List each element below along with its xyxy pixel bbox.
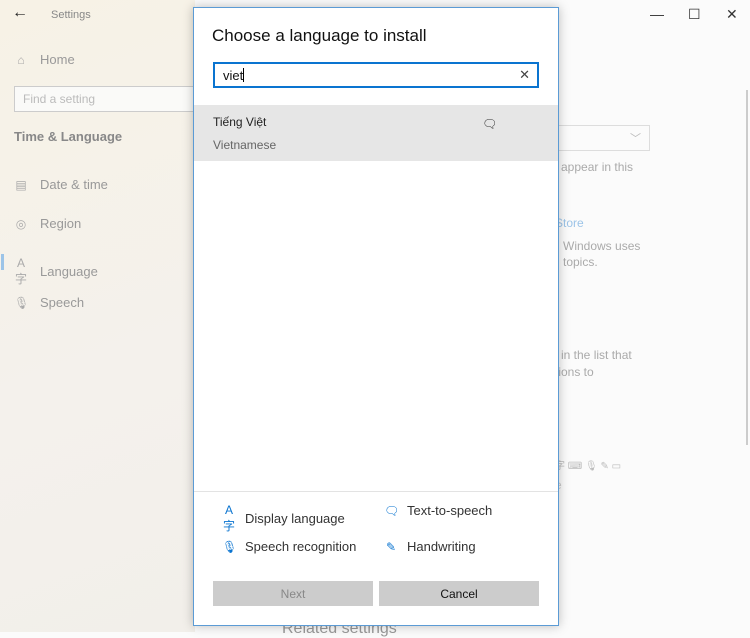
bg-text: in the list that: [561, 348, 632, 362]
nav-label: Date & time: [40, 177, 108, 192]
bg-link[interactable]: Store: [555, 216, 584, 230]
section-title: Time & Language: [14, 129, 123, 144]
microphone-icon: 🎙: [222, 539, 238, 554]
choose-language-dialog: Choose a language to install viet ✕ Tiếng…: [193, 7, 559, 626]
chevron-down-icon: ﹀: [630, 133, 641, 145]
bg-feature-icons: 字 ⌨ 🎙 ✎ ▭: [555, 461, 622, 472]
nav-language[interactable]: A字 Language: [14, 256, 98, 287]
language-icon: A字: [14, 256, 27, 286]
scrollbar[interactable]: [746, 90, 748, 445]
text-to-speech-icon: 🗨: [482, 117, 498, 131]
bg-text: Windows uses: [563, 239, 641, 253]
selected-indicator: [1, 254, 4, 270]
clear-icon[interactable]: ✕: [519, 67, 530, 83]
nav-label: Speech: [40, 295, 85, 310]
find-setting-input[interactable]: Find a setting: [14, 86, 204, 112]
legend-display-language: A字 Display language: [222, 503, 345, 534]
home-icon: ⌂: [17, 52, 25, 67]
legend-speech-recognition: 🎙 Speech recognition: [222, 539, 356, 554]
minimize-button[interactable]: —: [650, 6, 664, 22]
bg-text: topics.: [563, 255, 598, 269]
nav-speech[interactable]: 🎙 Speech: [14, 295, 84, 310]
legend-label: Speech recognition: [245, 539, 357, 554]
language-result-item[interactable]: Tiếng Việt Vietnamese 🗨: [194, 105, 558, 161]
close-button[interactable]: ✕: [726, 6, 738, 23]
nav-home[interactable]: ⌂ Home: [14, 52, 75, 67]
legend-label: Text-to-speech: [407, 503, 493, 518]
globe-icon: ◎: [15, 216, 27, 231]
nav-label: Region: [40, 216, 82, 231]
bg-text: tions to: [555, 365, 594, 379]
next-button[interactable]: Next: [213, 581, 373, 606]
background-dropdown[interactable]: ﹀: [555, 125, 650, 151]
cancel-button[interactable]: Cancel: [379, 581, 539, 606]
language-english-name: Vietnamese: [213, 138, 277, 152]
legend-text-to-speech: 🗨 Text-to-speech: [384, 503, 492, 518]
bg-text: l appear in this: [555, 160, 634, 174]
maximize-button[interactable]: ☐: [688, 6, 701, 23]
nav-date-time[interactable]: ▤ Date & time: [14, 177, 108, 192]
text-to-speech-icon: 🗨: [384, 503, 400, 518]
language-native-name: Tiếng Việt: [213, 115, 267, 129]
microphone-icon: 🎙: [14, 295, 30, 310]
legend-label: Handwriting: [407, 539, 476, 554]
text-caret: [243, 68, 245, 82]
language-search-input[interactable]: viet ✕: [213, 62, 539, 88]
handwriting-icon: ✎: [385, 539, 397, 554]
divider: [194, 491, 558, 492]
dialog-title: Choose a language to install: [212, 26, 427, 45]
legend-handwriting: ✎ Handwriting: [384, 539, 476, 554]
back-button[interactable]: ←: [12, 4, 28, 22]
language-icon: A字: [222, 503, 235, 533]
search-value: viet: [223, 68, 244, 83]
window-title: Settings: [51, 9, 91, 21]
nav-region[interactable]: ◎ Region: [14, 216, 81, 231]
legend-label: Display language: [245, 511, 345, 526]
calendar-clock-icon: ▤: [15, 177, 27, 192]
nav-label: Language: [40, 264, 98, 279]
nav-label: Home: [40, 52, 75, 67]
